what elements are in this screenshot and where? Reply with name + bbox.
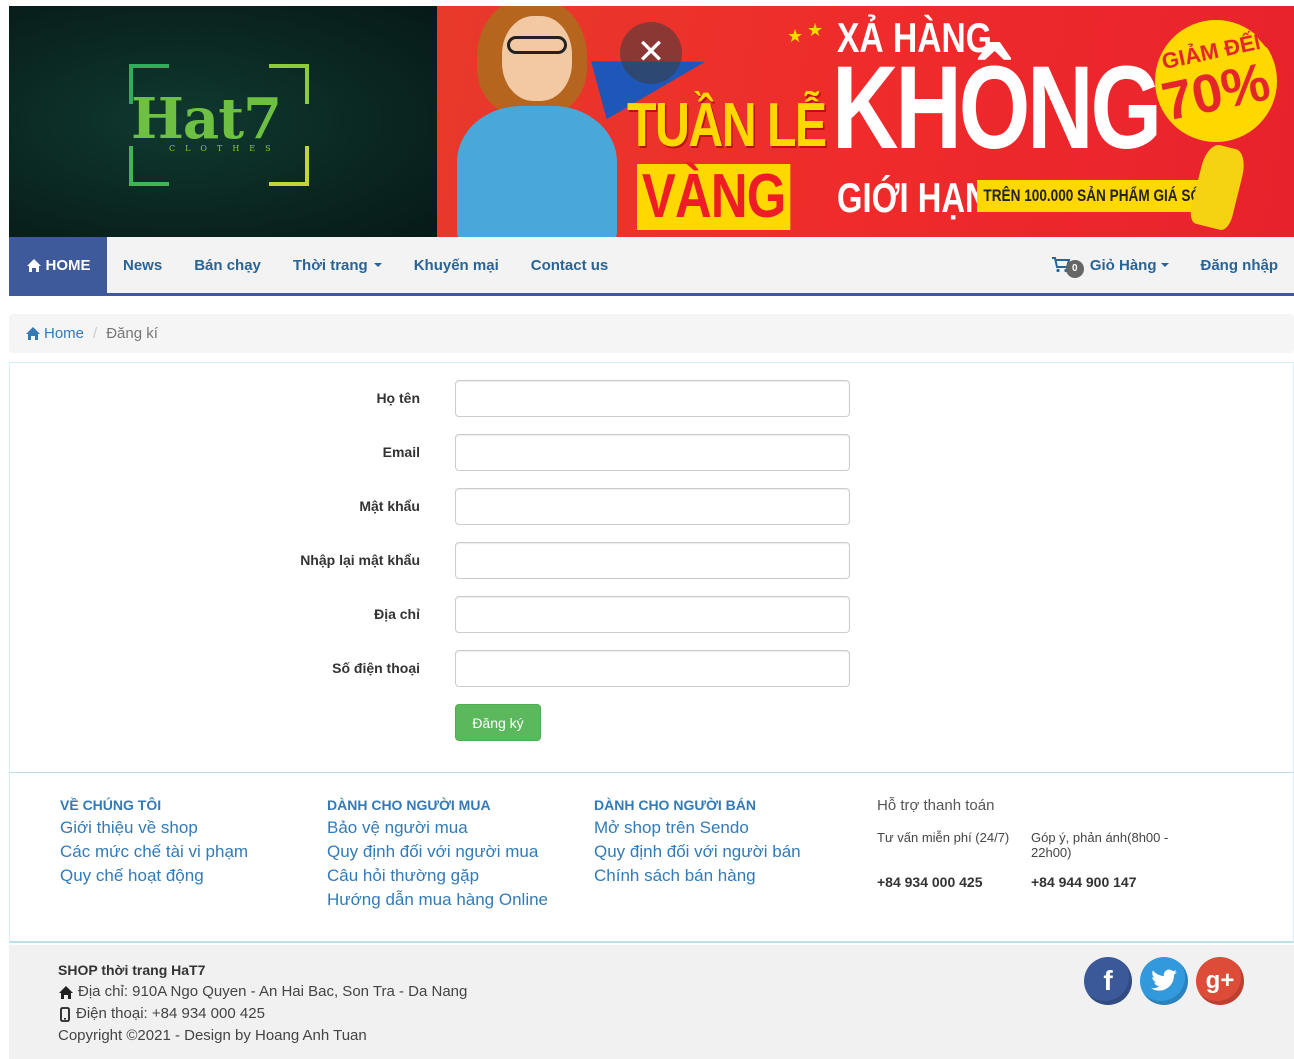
promo-tagline: TRÊN 100.000 SẢN PHẨM GIÁ SỐC [977,180,1218,212]
social-links: f g+ [1084,957,1244,1005]
google-plus-icon[interactable]: g+ [1196,957,1244,1005]
register-form: Họ tên Email Mật khẩu Nhập lại mật khẩu … [9,362,1294,773]
email-input[interactable] [455,434,850,471]
promo-model-image [447,6,637,237]
footer-col-about: VỀ CHÚNG TÔI Giới thiệu về shop Các mức … [60,797,248,888]
footer-col-sellers: DÀNH CHO NGƯỜI BÁN Mở shop trên Sendo Qu… [594,797,801,888]
shop-name: SHOP thời trang HaT7 [58,962,206,978]
nav-right: 0 Giỏ Hàng Đăng nhập [1036,252,1294,278]
name-label: Họ tên [376,390,420,406]
promo-banner[interactable]: ✕ ★ ★ TUẦN LỄ VÀNG XẢ HÀNG KHÔNG GIỚI HẠ… [437,6,1294,237]
support-title: Hỗ trợ thanh toán [877,797,995,814]
nav-news[interactable]: News [107,257,178,274]
nav-home[interactable]: HOME [9,237,107,293]
name-input[interactable] [455,380,850,417]
phone-icon [60,1006,70,1022]
footer-link[interactable]: Giới thiệu về shop [60,816,248,840]
form-row-address: Địa chỉ [10,596,1293,634]
star-icon: ★ [807,20,824,40]
nav-cart[interactable]: 0 Giỏ Hàng [1036,252,1185,278]
promo-line-2: VÀNG [637,164,791,230]
twitter-icon[interactable] [1140,957,1188,1005]
form-row-confirm-password: Nhập lại mật khẩu [10,542,1293,580]
register-submit-button[interactable]: Đăng ký [455,704,541,741]
dress-image [1187,142,1249,232]
form-row-phone: Số điện thoại [10,650,1293,688]
home-icon [26,327,40,340]
phone-label: Số điện thoại [332,660,420,676]
breadcrumb: Home / Đăng kí [9,314,1294,353]
support-phone-feedback[interactable]: +84 944 900 147 [1031,874,1185,890]
support-phone-consult[interactable]: +84 934 000 425 [877,874,1031,890]
footer-link[interactable]: Các mức chế tài vi phạm [60,840,248,864]
password-label: Mật khẩu [359,498,420,514]
footer-link[interactable]: Mở shop trên Sendo [594,816,801,840]
caret-down-icon [373,263,382,267]
footer-link[interactable]: Hướng dẫn mua hàng Online [327,888,548,912]
form-row-email: Email [10,434,1293,472]
password-input[interactable] [455,488,850,525]
nav-khuyen-mai[interactable]: Khuyến mại [398,257,515,274]
shop-info: SHOP thời trang HaT7 Địa chỉ: 910A Ngo Q… [58,959,467,1047]
logo[interactable]: Hat7 CLOTHES [129,64,309,186]
sale-badge: GIẢM ĐẾN 70% [1155,20,1277,142]
promo-line-1: TUẦN LỄ [627,91,827,160]
promo-gioi-han: GIỚI HẠN [837,174,989,221]
header-banner: Hat7 CLOTHES ✕ ★ ★ TUẦN LỄ VÀNG XẢ HÀNG … [9,6,1294,237]
home-icon [26,258,41,272]
facebook-icon[interactable]: f [1084,957,1132,1005]
copyright: Copyright ©2021 - Design by Hoang Anh Tu… [58,1027,367,1044]
nav-contact-us[interactable]: Contact us [515,257,625,274]
star-icon: ★ [787,26,804,46]
address-input[interactable] [455,596,850,633]
support-label-consult: Tư vấn miễn phí (24/7) [877,830,1010,845]
phone-input[interactable] [455,650,850,687]
breadcrumb-home-label: Home [44,325,85,342]
footer-link[interactable]: Câu hỏi thường gặp [327,864,548,888]
form-row-password: Mật khẩu [10,488,1293,526]
banner-close-button[interactable]: ✕ [620,22,682,84]
promo-khong: KHÔNG [832,42,1162,174]
cart-label: Giỏ Hàng [1089,256,1157,274]
footer-col-title: DÀNH CHO NGƯỜI BÁN [594,797,756,813]
breadcrumb-current: Đăng kí [106,325,158,342]
form-row-name: Họ tên [10,380,1293,418]
nav-thoi-trang-label: Thời trang [292,256,368,274]
footer-link[interactable]: Quy định đối với người bán [594,840,801,864]
footer-bottom: SHOP thời trang HaT7 Địa chỉ: 910A Ngo Q… [9,945,1294,1059]
footer-col-buyers: DÀNH CHO NGƯỜI MUA Bảo vệ người mua Quy … [327,797,548,912]
confirm-password-label: Nhập lại mật khẩu [300,552,420,568]
support-label-feedback: Góp ý, phản ánh(8h00 - 22h00) [1031,830,1169,860]
caret-down-icon [1160,263,1169,267]
nav-thoi-trang[interactable]: Thời trang [277,257,398,274]
logo-subtext: CLOTHES [169,144,281,153]
nav-home-label: HOME [45,256,91,274]
footer-support: Hỗ trợ thanh toán Tư vấn miễn phí (24/7)… [877,797,1185,890]
footer-links: VỀ CHÚNG TÔI Giới thiệu về shop Các mức … [9,773,1294,943]
logo-text: Hat7 [131,86,282,152]
main-navbar: HOME News Bán chạy Thời trang Khuyến mại… [9,237,1294,296]
footer-link[interactable]: Quy định đối với người mua [327,840,548,864]
email-label: Email [382,444,420,460]
footer-link[interactable]: Bảo vệ người mua [327,816,548,840]
nav-ban-chay[interactable]: Bán chạy [178,257,277,274]
cart-count-badge: 0 [1065,260,1084,278]
footer-link[interactable]: Quy chế hoạt động [60,864,248,888]
shop-address: Địa chỉ: 910A Ngo Quyen - An Hai Bac, So… [78,983,468,1000]
footer-col-title: DÀNH CHO NGƯỜI MUA [327,797,491,813]
shop-phone: Điện thoại: +84 934 000 425 [76,1005,265,1022]
logo-panel[interactable]: Hat7 CLOTHES [9,6,437,237]
breadcrumb-separator: / [93,325,98,342]
home-icon [59,985,73,999]
breadcrumb-home[interactable]: Home [25,325,84,342]
confirm-password-input[interactable] [455,542,850,579]
address-label: Địa chỉ [374,606,420,622]
nav-login[interactable]: Đăng nhập [1185,257,1294,274]
footer-link[interactable]: Chính sách bán hàng [594,864,801,888]
footer-col-title: VỀ CHÚNG TÔI [60,797,162,813]
